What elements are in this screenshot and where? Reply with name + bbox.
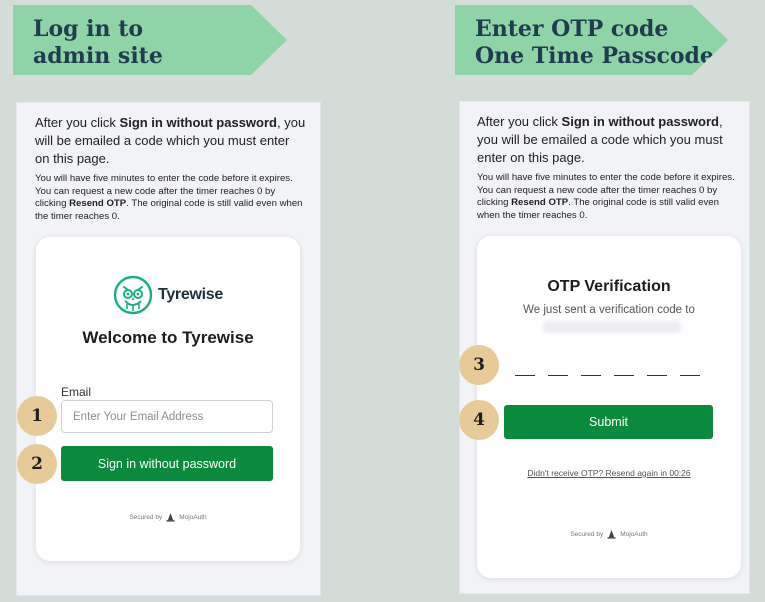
secured-by-footer: Secured by MojoAuth xyxy=(36,513,300,522)
banner-login-line1: Log in to xyxy=(33,16,144,42)
resend-otp-link[interactable]: Didn't receive OTP? Resend again in 00:2… xyxy=(477,468,741,478)
otp-digit-input[interactable] xyxy=(614,359,634,376)
step-badge-1: 1 xyxy=(17,396,57,436)
wizard-hat-icon xyxy=(607,530,616,539)
otp-input-group xyxy=(515,359,700,376)
intro-text-part1: After you click xyxy=(35,115,120,130)
otp-digit-input[interactable] xyxy=(581,359,601,376)
intro-text-bold: Sign in without password xyxy=(119,115,277,130)
wizard-hat-icon xyxy=(166,513,175,522)
email-label: Email xyxy=(61,385,92,399)
note-text-bold: Resend OTP xyxy=(511,197,569,208)
secured-by-brand: MojoAuth xyxy=(620,531,648,538)
brand-name: Tyrewise xyxy=(158,286,223,303)
owl-logo-icon xyxy=(113,275,153,315)
intro-text-part1: After you click xyxy=(477,114,562,129)
otp-title: OTP Verification xyxy=(547,278,671,295)
banner-otp: Enter OTP code One Time Passcode xyxy=(455,5,728,75)
note-text: You will have five minutes to enter the … xyxy=(477,172,739,222)
otp-digit-input[interactable] xyxy=(647,359,667,376)
step-badge-4: 4 xyxy=(459,400,499,440)
submit-button[interactable]: Submit xyxy=(504,405,713,439)
email-input[interactable] xyxy=(61,400,273,433)
redacted-email xyxy=(543,321,681,333)
otp-digit-input[interactable] xyxy=(515,359,535,376)
banner-login-line2: admin site xyxy=(33,43,163,69)
login-screenshot-panel: After you click Sign in without password… xyxy=(16,102,321,596)
step-badge-2: 2 xyxy=(17,444,57,484)
secured-by-brand: MojoAuth xyxy=(179,514,207,521)
banner-otp-line1: Enter OTP code xyxy=(475,16,669,42)
step-badge-3: 3 xyxy=(459,345,499,385)
otp-card: OTP Verification We just sent a verifica… xyxy=(477,236,741,578)
note-text-bold: Resend OTP xyxy=(69,198,127,209)
secured-by-label: Secured by xyxy=(129,514,163,521)
otp-subtitle: We just sent a verification code to xyxy=(523,304,695,316)
intro-text: After you click Sign in without password… xyxy=(35,114,307,168)
banner-login: Log in to admin site xyxy=(13,5,287,75)
otp-screenshot-panel: After you click Sign in without password… xyxy=(459,101,750,594)
secured-by-label: Secured by xyxy=(570,531,604,538)
banner-otp-line2: One Time Passcode xyxy=(475,43,714,69)
sign-in-without-password-button[interactable]: Sign in without password xyxy=(61,446,273,481)
login-card: Tyrewise Welcome to Tyrewise Email Sign … xyxy=(36,237,300,561)
intro-text-bold: Sign in without password xyxy=(561,114,719,129)
brand-logo: Tyrewise xyxy=(36,275,300,315)
welcome-heading: Welcome to Tyrewise xyxy=(82,328,254,347)
note-text: You will have five minutes to enter the … xyxy=(35,173,305,223)
otp-digit-input[interactable] xyxy=(548,359,568,376)
intro-text: After you click Sign in without password… xyxy=(477,113,739,167)
secured-by-footer: Secured by MojoAuth xyxy=(477,530,741,539)
otp-digit-input[interactable] xyxy=(680,359,700,376)
